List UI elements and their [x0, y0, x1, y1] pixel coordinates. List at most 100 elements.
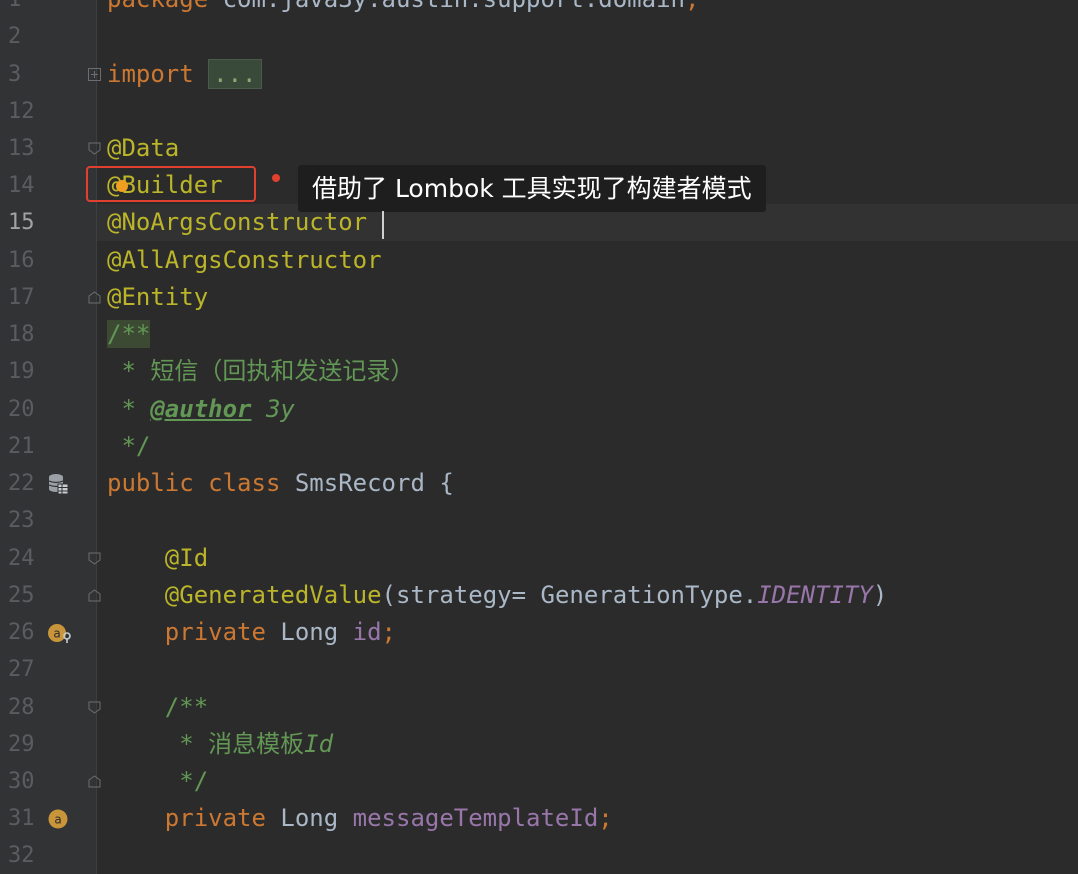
line-number: 18 — [8, 322, 35, 347]
code-text[interactable]: private Long messageTemplateId; — [107, 800, 613, 837]
annotation-id: @Id — [107, 544, 209, 572]
autowired-icon[interactable]: a — [47, 808, 69, 830]
package-name: com.java3y.austin.support.domain — [223, 0, 685, 13]
annotation-args: (strategy= GenerationType. — [381, 581, 758, 609]
enum-constant: IDENTITY — [757, 581, 873, 609]
line-number: 28 — [8, 695, 35, 720]
code-text[interactable]: /** — [107, 689, 208, 726]
line-number: 3 — [8, 62, 22, 87]
doc-comment-italic: Id — [304, 730, 334, 758]
annotation-noargs: @NoArgsConstructor — [107, 208, 368, 236]
doc-author-tag: @author — [150, 395, 252, 423]
autowired-key-icon[interactable]: a — [47, 622, 73, 644]
line-number: 21 — [8, 434, 35, 459]
keyword-private: private — [107, 804, 281, 832]
code-text[interactable]: @Data — [107, 130, 179, 167]
annotation-generated-value: @GeneratedValue — [107, 581, 382, 609]
code-editor[interactable]: 1 package com.java3y.austin.support.doma… — [0, 0, 1078, 874]
code-line[interactable]: 3 import ... — [0, 56, 1078, 93]
code-line[interactable]: 18 /** — [0, 316, 1078, 353]
line-number: 2 — [8, 24, 22, 49]
annotation-allargs: @AllArgsConstructor — [107, 246, 382, 274]
annotation-entity: @Entity — [107, 283, 209, 311]
line-number: 1 — [8, 0, 48, 18]
text-caret — [382, 211, 384, 239]
code-text[interactable]: @AllArgsConstructor — [107, 242, 382, 279]
semicolon: ; — [598, 804, 613, 832]
line-number: 30 — [8, 769, 35, 794]
code-line[interactable]: 19 * 短信（回执和发送记录） — [0, 353, 1078, 390]
line-number: 24 — [8, 546, 35, 571]
code-text[interactable]: */ — [107, 763, 208, 800]
code-line[interactable]: 28 /** — [0, 689, 1078, 726]
keyword-public-class: public class — [107, 469, 295, 497]
code-text[interactable]: @Id — [107, 540, 208, 577]
code-text[interactable]: import ... — [107, 56, 262, 93]
paren-close: ) — [872, 581, 888, 609]
code-text[interactable]: * 短信（回执和发送记录） — [107, 353, 414, 390]
line-number: 32 — [8, 843, 35, 868]
annotation-tooltip: 借助了 Lombok 工具实现了构建者模式 — [298, 165, 766, 212]
keyword-private: private — [107, 618, 281, 646]
code-text[interactable]: package com.java3y.austin.support.domain… — [107, 0, 699, 18]
doc-comment-star: * — [107, 395, 151, 423]
code-text[interactable]: * 消息模板Id — [107, 726, 333, 763]
intention-bulb-icon[interactable] — [116, 180, 128, 192]
type-name: Long — [280, 618, 353, 646]
line-number: 31 — [8, 806, 35, 831]
code-line[interactable]: 27 — [0, 651, 1078, 688]
doc-comment-close: */ — [107, 767, 209, 795]
code-line[interactable]: 26 a private Long id; — [0, 614, 1078, 651]
code-line[interactable]: 17 @Entity — [0, 279, 1078, 316]
semicolon: ; — [685, 0, 699, 13]
code-line[interactable]: 13 @Data — [0, 130, 1078, 167]
code-text[interactable]: */ — [107, 428, 150, 465]
svg-text:a: a — [54, 813, 61, 827]
code-line[interactable]: 21 */ — [0, 428, 1078, 465]
code-line[interactable]: 23 — [0, 502, 1078, 539]
line-number: 12 — [8, 99, 35, 124]
code-line[interactable]: 32 — [0, 837, 1078, 874]
line-number: 25 — [8, 583, 35, 608]
code-text[interactable]: /** — [107, 316, 151, 353]
code-line[interactable]: 12 — [0, 93, 1078, 130]
pointer-dot-icon — [272, 174, 280, 182]
code-text[interactable]: public class SmsRecord { — [107, 465, 454, 502]
code-line[interactable]: 29 * 消息模板Id — [0, 726, 1078, 763]
code-line[interactable]: 30 */ — [0, 763, 1078, 800]
code-line[interactable]: 22 public class SmsRecord { — [0, 465, 1078, 502]
doc-comment-open: /** — [107, 693, 209, 721]
code-line[interactable]: 16 @AllArgsConstructor — [0, 242, 1078, 279]
line-number: 22 — [8, 471, 35, 496]
class-name: SmsRecord { — [294, 469, 454, 497]
code-text[interactable]: private Long id; — [107, 614, 396, 651]
line-number: 14 — [8, 173, 35, 198]
keyword-import: import — [107, 60, 209, 88]
field-name: id — [352, 618, 382, 646]
svg-text:a: a — [53, 627, 60, 641]
folded-imports[interactable]: ... — [208, 59, 262, 89]
line-number: 23 — [8, 508, 35, 533]
line-number: 26 — [8, 620, 35, 645]
field-name: messageTemplateId — [352, 804, 599, 832]
code-text[interactable]: * @author 3y — [107, 391, 295, 428]
line-number: 13 — [8, 136, 35, 161]
builder-highlight-box — [86, 166, 256, 202]
code-line[interactable]: 31 a private Long messageTemplateId; — [0, 800, 1078, 837]
code-line[interactable]: 24 @Id — [0, 540, 1078, 577]
doc-author-value: 3y — [251, 395, 295, 423]
line-number: 27 — [8, 657, 35, 682]
code-text[interactable]: @GeneratedValue(strategy= GenerationType… — [107, 577, 887, 614]
database-table-icon[interactable] — [47, 473, 69, 495]
code-line[interactable]: 2 — [0, 18, 1078, 55]
line-number: 20 — [8, 397, 35, 422]
code-line[interactable]: 25 @GeneratedValue(strategy= GenerationT… — [0, 577, 1078, 614]
annotation-data: @Data — [107, 134, 180, 162]
line-number: 16 — [8, 248, 35, 273]
code-text[interactable]: @Entity — [107, 279, 208, 316]
code-line[interactable]: 20 * @author 3y — [0, 391, 1078, 428]
type-name: Long — [280, 804, 353, 832]
keyword-package: package — [107, 0, 223, 13]
code-line[interactable]: 1 package com.java3y.austin.support.doma… — [0, 0, 1078, 18]
line-number: 17 — [8, 285, 35, 310]
